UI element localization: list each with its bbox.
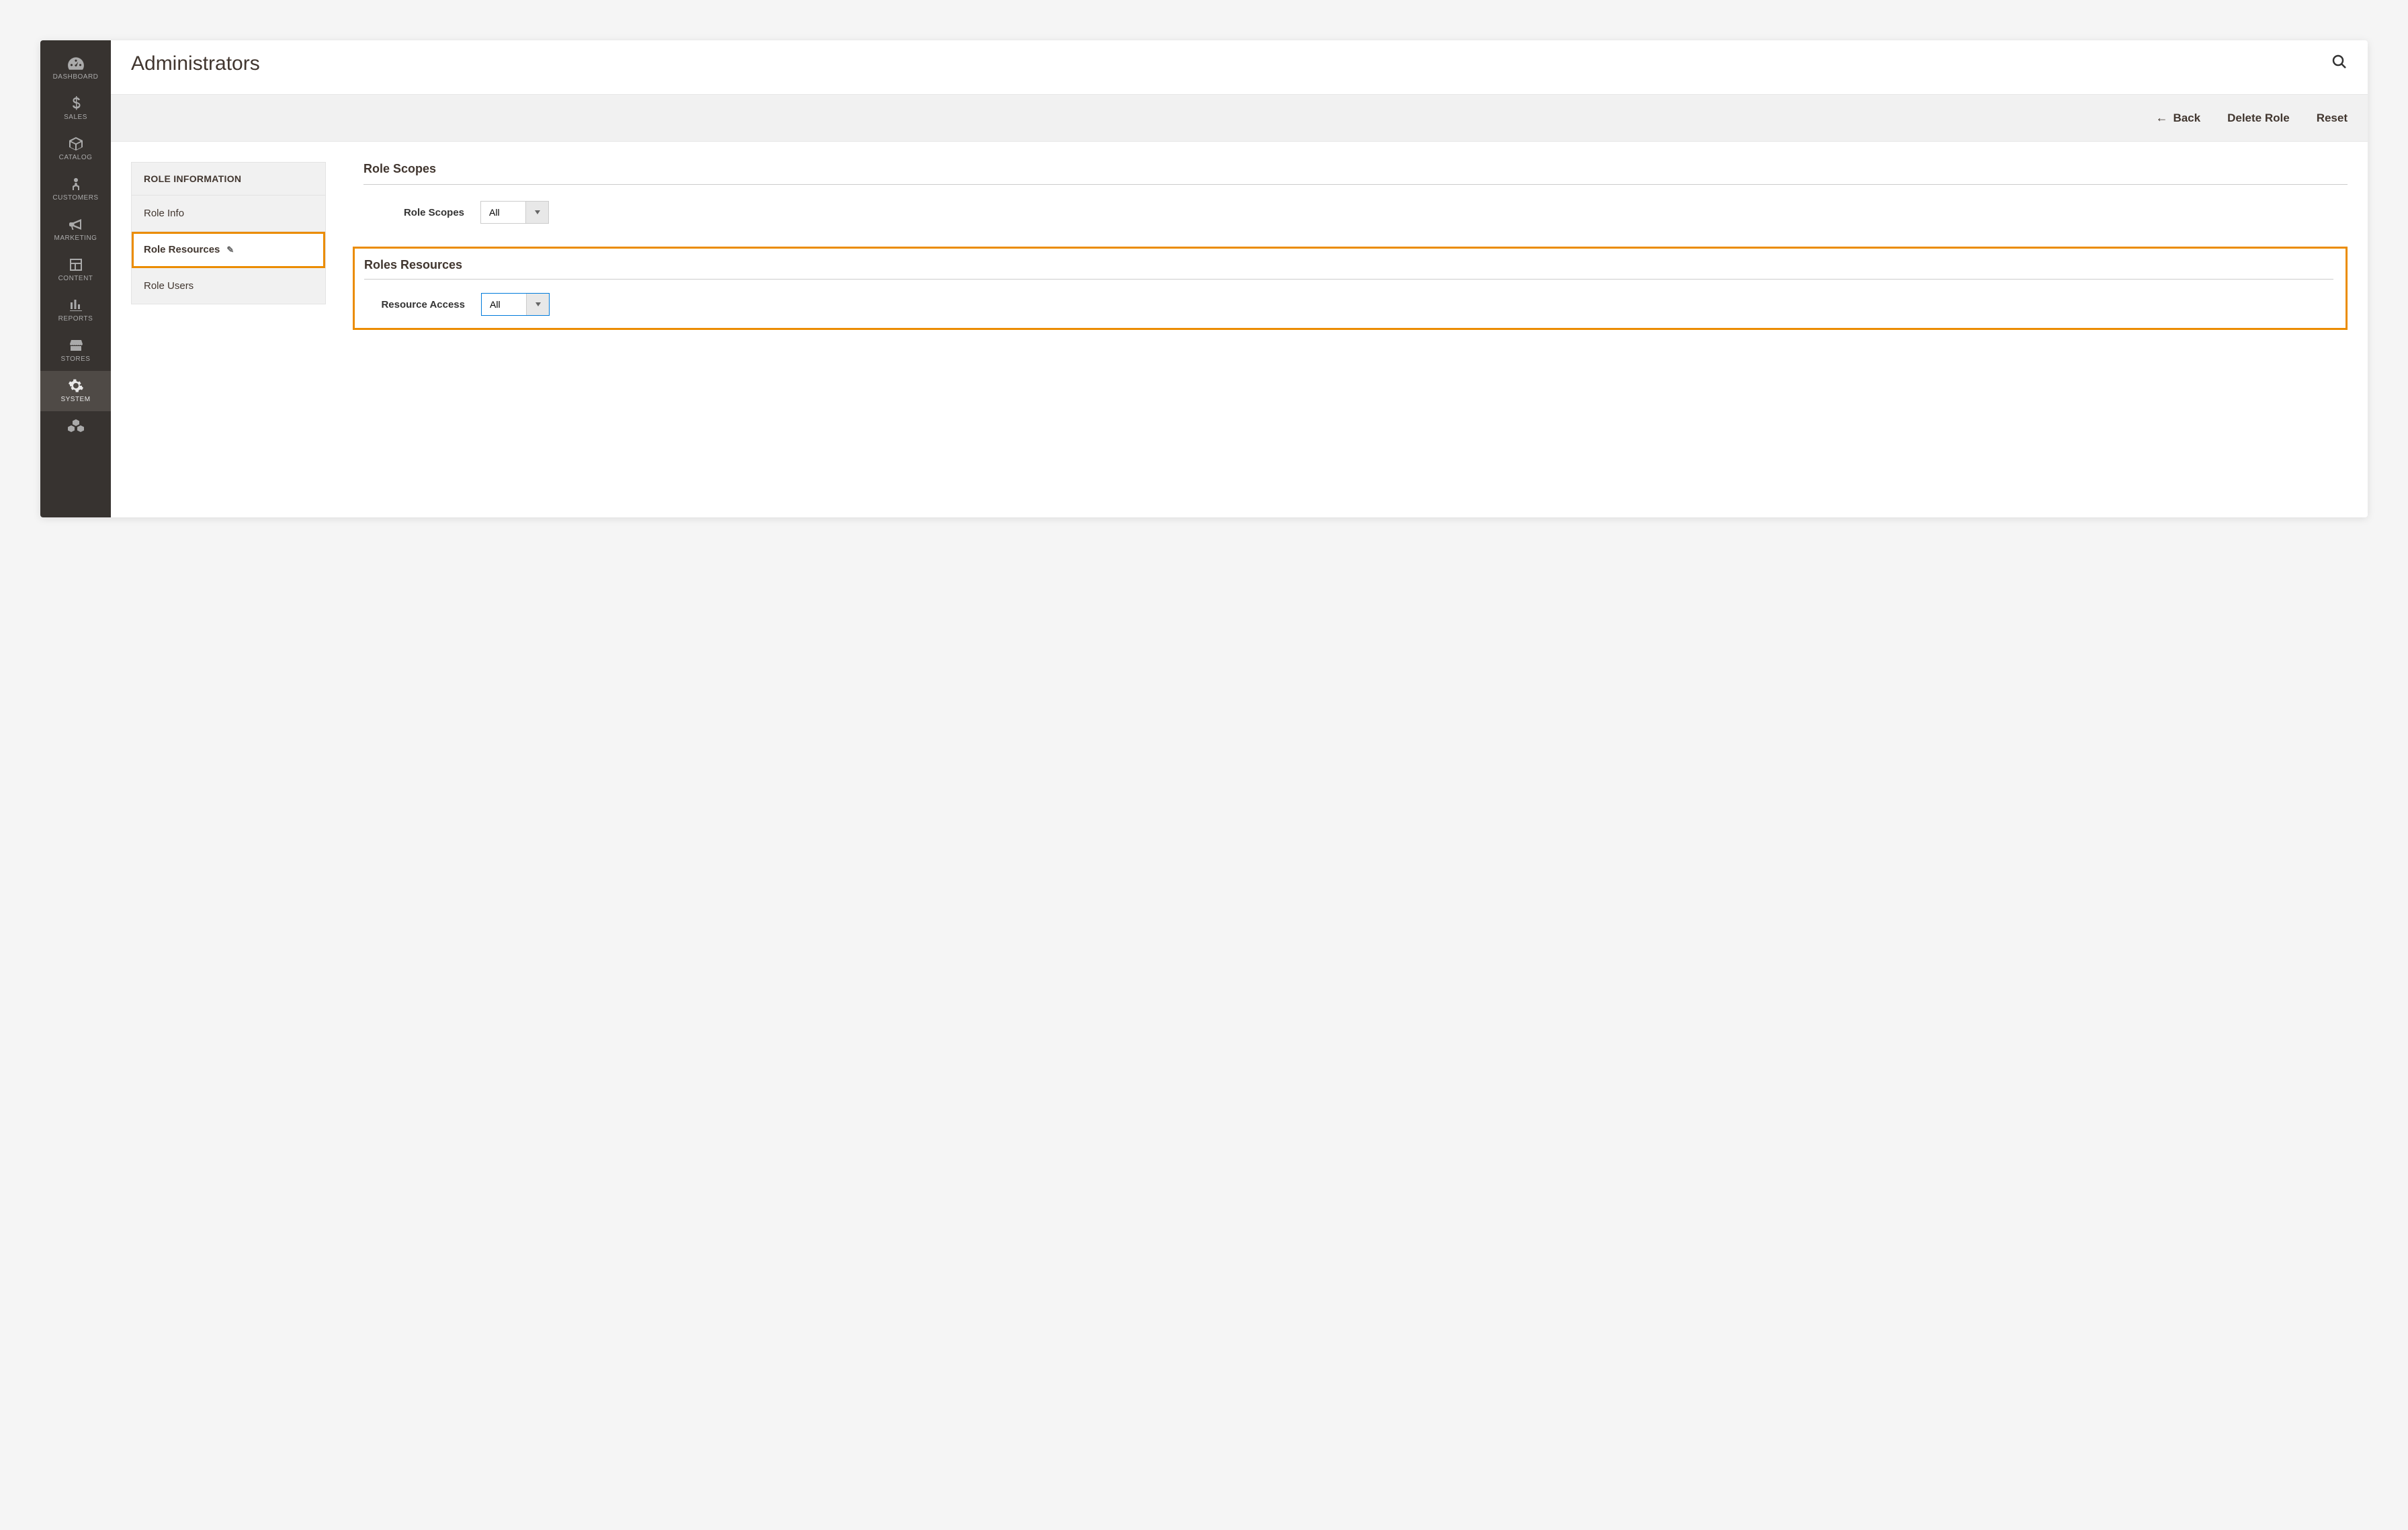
sidebar-item-system[interactable]: SYSTEM bbox=[40, 371, 111, 411]
blocks-icon bbox=[67, 418, 85, 434]
tab-label: Role Resources bbox=[144, 244, 220, 255]
content-area: ROLE INFORMATION Role Info Role Resource… bbox=[111, 142, 2368, 517]
page-header: Administrators bbox=[111, 40, 2368, 95]
sidebar-item-label: DASHBOARD bbox=[53, 73, 99, 81]
tab-role-users[interactable]: Role Users bbox=[132, 268, 325, 304]
back-button[interactable]: ← Back bbox=[2155, 111, 2200, 125]
page-title: Administrators bbox=[131, 52, 260, 75]
sidebar-item-content[interactable]: CONTENT bbox=[40, 250, 111, 290]
chevron-down-icon bbox=[525, 202, 548, 223]
gauge-icon bbox=[67, 55, 85, 71]
sidebar-item-extensions[interactable] bbox=[40, 411, 111, 444]
select-value: All bbox=[482, 294, 526, 315]
search-icon[interactable] bbox=[2331, 54, 2348, 75]
tabs-header: ROLE INFORMATION bbox=[132, 163, 325, 196]
sidebar-item-label: STORES bbox=[61, 355, 91, 363]
sidebar-item-reports[interactable]: REPORTS bbox=[40, 290, 111, 331]
sidebar-item-label: CUSTOMERS bbox=[52, 194, 98, 202]
sidebar-item-label: CONTENT bbox=[58, 275, 93, 282]
app-window: DASHBOARD SALES CATALOG CUSTOMERS MARKET… bbox=[40, 40, 2368, 517]
layout-icon bbox=[67, 257, 85, 273]
bars-icon bbox=[67, 297, 85, 313]
delete-role-button[interactable]: Delete Role bbox=[2227, 112, 2290, 125]
role-scopes-section: Role Scopes Role Scopes All bbox=[363, 162, 2348, 224]
sidebar-item-label: SYSTEM bbox=[60, 396, 90, 403]
reset-label: Reset bbox=[2317, 112, 2348, 125]
sidebar-item-label: MARKETING bbox=[54, 235, 97, 242]
sidebar: DASHBOARD SALES CATALOG CUSTOMERS MARKET… bbox=[40, 40, 111, 517]
pencil-icon: ✎ bbox=[226, 245, 234, 255]
dollar-icon bbox=[67, 95, 85, 112]
action-toolbar: ← Back Delete Role Reset bbox=[111, 95, 2368, 142]
person-icon bbox=[67, 176, 85, 192]
sidebar-item-dashboard[interactable]: DASHBOARD bbox=[40, 48, 111, 89]
gear-icon bbox=[67, 378, 85, 394]
role-scopes-row: Role Scopes All bbox=[363, 201, 2348, 224]
tab-label: Role Info bbox=[144, 208, 184, 219]
megaphone-icon bbox=[67, 216, 85, 232]
section-title: Role Scopes bbox=[363, 162, 2348, 185]
sidebar-item-customers[interactable]: CUSTOMERS bbox=[40, 169, 111, 210]
form-panel: Role Scopes Role Scopes All Roles Res bbox=[363, 162, 2348, 497]
roles-resources-section: Roles Resources Resource Access All bbox=[363, 251, 2348, 330]
reset-button[interactable]: Reset bbox=[2317, 112, 2348, 125]
section-title: Roles Resources bbox=[364, 258, 2333, 280]
box-icon bbox=[67, 136, 85, 152]
sidebar-item-marketing[interactable]: MARKETING bbox=[40, 210, 111, 250]
delete-label: Delete Role bbox=[2227, 112, 2290, 125]
resource-access-select[interactable]: All bbox=[481, 293, 550, 316]
sidebar-item-label: CATALOG bbox=[59, 154, 93, 161]
arrow-left-icon: ← bbox=[2155, 111, 2167, 125]
sidebar-item-sales[interactable]: SALES bbox=[40, 89, 111, 129]
role-scopes-select[interactable]: All bbox=[480, 201, 549, 224]
role-scopes-label: Role Scopes bbox=[363, 207, 464, 218]
resource-access-label: Resource Access bbox=[364, 299, 465, 310]
storefront-icon bbox=[67, 337, 85, 353]
sidebar-item-catalog[interactable]: CATALOG bbox=[40, 129, 111, 169]
back-label: Back bbox=[2173, 112, 2200, 125]
chevron-down-icon bbox=[526, 294, 549, 315]
tab-role-resources[interactable]: Role Resources ✎ bbox=[132, 232, 325, 268]
main-content: Administrators ← Back Delete Role Reset … bbox=[111, 40, 2368, 517]
select-value: All bbox=[481, 202, 525, 223]
tab-role-info[interactable]: Role Info bbox=[132, 196, 325, 232]
resources-highlight: Roles Resources Resource Access All bbox=[353, 247, 2348, 330]
role-info-tabs-panel: ROLE INFORMATION Role Info Role Resource… bbox=[131, 162, 326, 304]
resource-access-row: Resource Access All bbox=[364, 293, 2333, 316]
sidebar-item-label: REPORTS bbox=[58, 315, 93, 323]
sidebar-item-stores[interactable]: STORES bbox=[40, 331, 111, 371]
sidebar-item-label: SALES bbox=[64, 114, 87, 121]
tab-label: Role Users bbox=[144, 280, 194, 292]
